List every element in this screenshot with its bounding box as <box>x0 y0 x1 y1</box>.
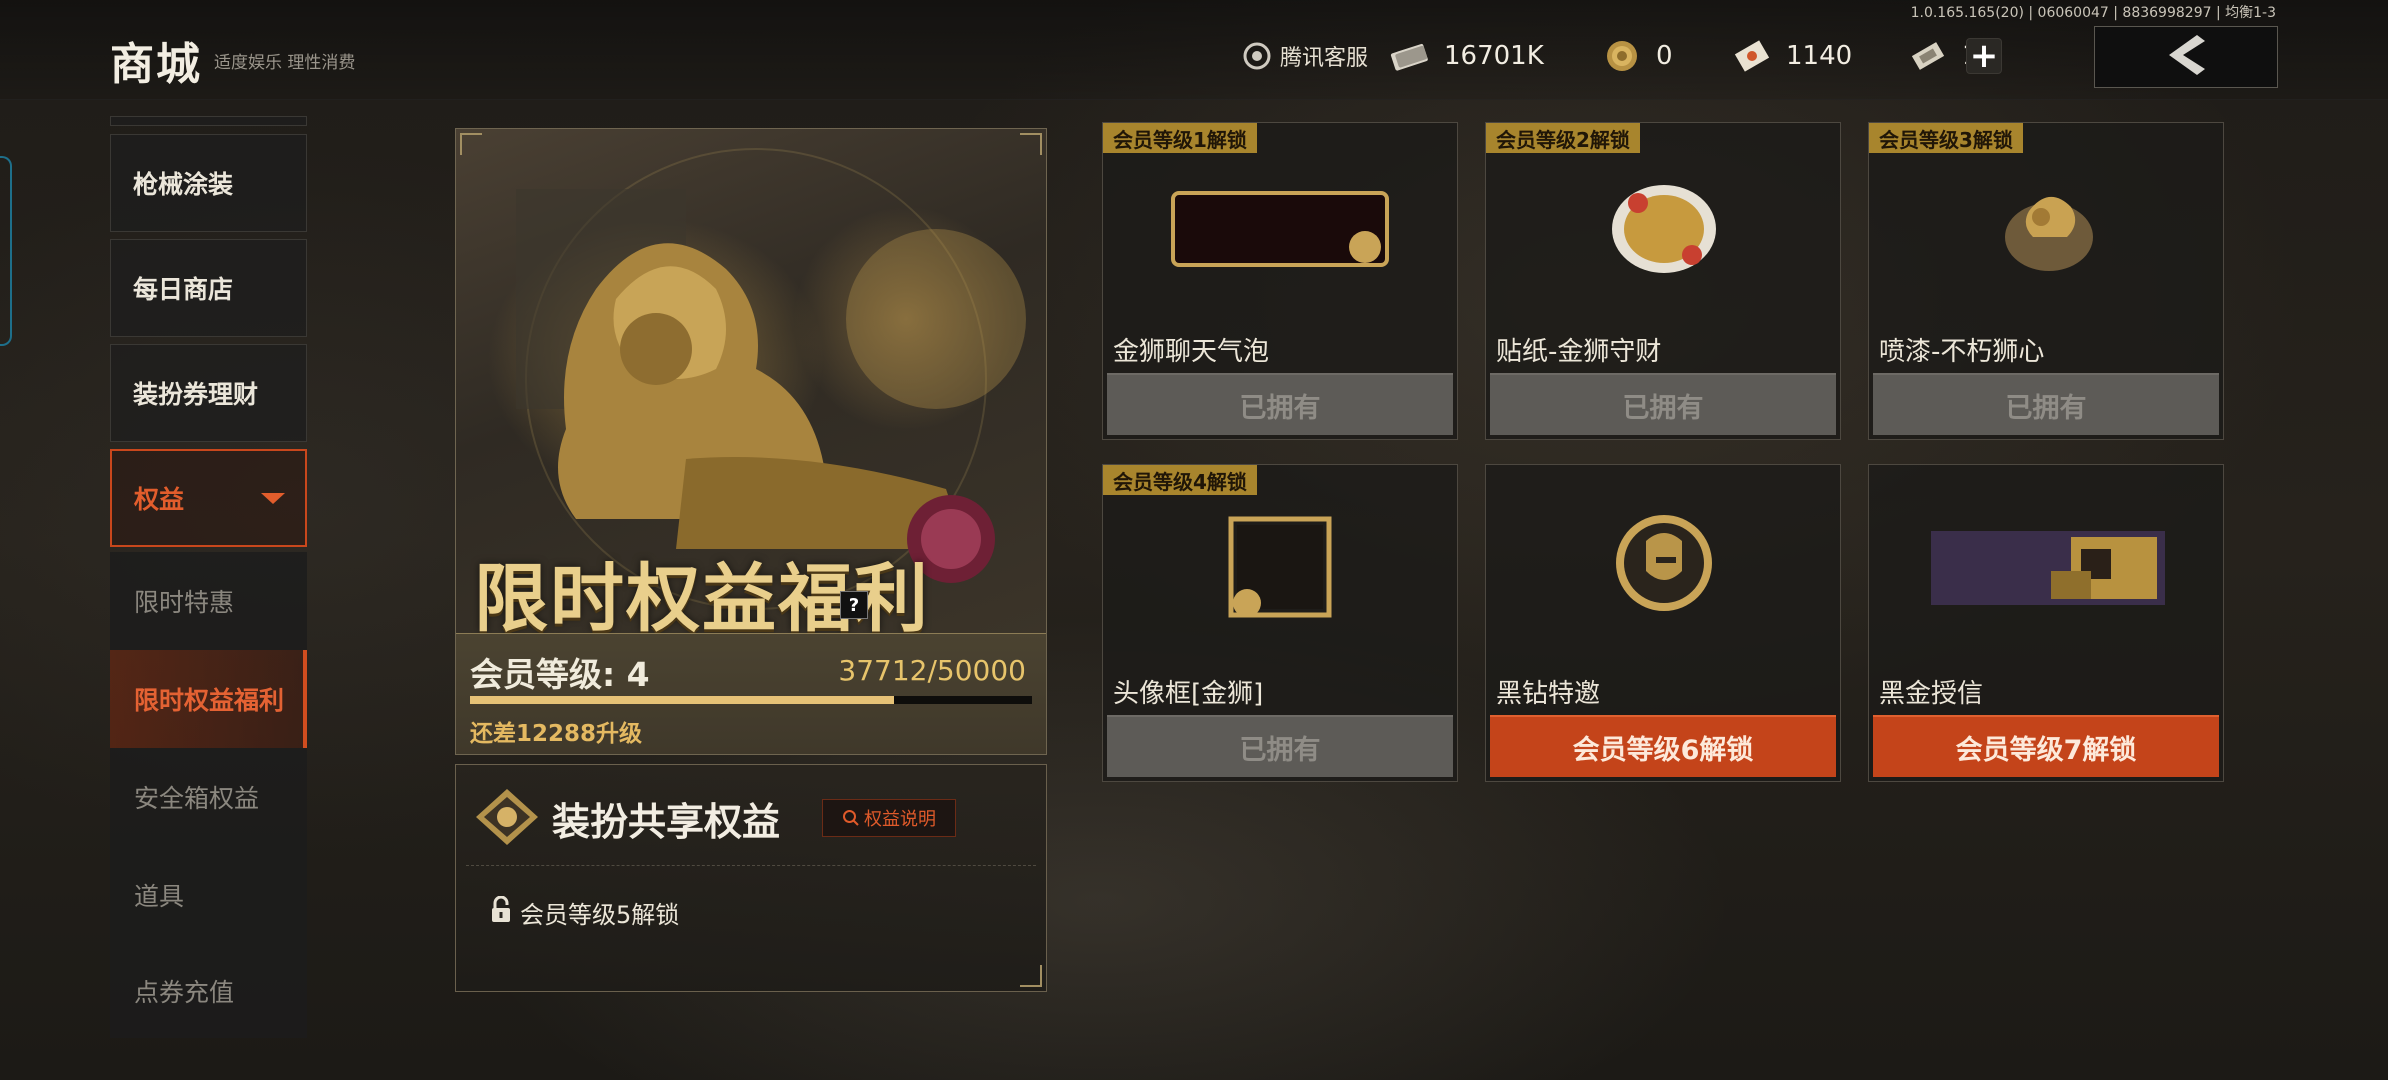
lion-spray-thumbnail <box>1999 181 2099 281</box>
member-level-progress-text: 37712/50000 <box>838 654 1026 687</box>
reward-tag-label: 会员等级3解锁 <box>1879 127 2013 152</box>
gold-coin-icon <box>1600 38 1644 74</box>
search-icon <box>842 809 860 827</box>
shared-benefits-panel: 装扮共享权益 权益说明 会员等级5解锁 <box>455 764 1047 992</box>
sidebar-sub-label: 限时权益福利 <box>134 686 285 715</box>
reward-name: 头像框[金狮] <box>1113 679 1264 709</box>
reward-locked-button[interactable]: 会员等级7解锁 <box>1873 715 2219 777</box>
reward-tag: 会员等级3解锁 <box>1869 123 2023 153</box>
back-arrow-icon <box>2165 33 2207 81</box>
sidebar-sub-label: 道具 <box>134 882 185 911</box>
currency-cash: 16701K <box>1388 34 1544 78</box>
corner-ornament <box>1020 965 1042 987</box>
sidebar-item-label: 枪械涂装 <box>133 170 234 199</box>
sidebar-item-label: 权益 <box>134 485 185 514</box>
reward-name: 贴纸-金狮守财 <box>1496 337 1662 367</box>
golden-lion-banner: 限时权益福利 ? <box>456 129 1046 642</box>
reward-owned-button[interactable]: 已拥有 <box>1873 373 2219 435</box>
reward-locked-button[interactable]: 会员等级6解锁 <box>1490 715 1836 777</box>
reward-tag-label: 会员等级2解锁 <box>1496 127 1630 152</box>
member-level-label: 会员等级: 4 <box>470 655 650 694</box>
lock-text: 会员等级5解锁 <box>520 901 680 929</box>
benefit-explain-button[interactable]: 权益说明 <box>822 799 956 837</box>
sidebar-item-benefits[interactable]: 权益 <box>110 449 307 547</box>
customer-support-button[interactable]: 腾讯客服 <box>1240 34 1368 78</box>
black-gold-credit-thumbnail <box>1931 531 2165 609</box>
support-label: 腾讯客服 <box>1280 46 1369 71</box>
lion-badge-icon <box>474 787 540 847</box>
version-info: 1.0.165.165(20) | 06060047 | 8836998297 … <box>1910 5 2276 21</box>
reward-tag: 会员等级4解锁 <box>1103 465 1257 495</box>
sidebar-scroll-edge <box>110 116 307 126</box>
reward-tag-label: 会员等级1解锁 <box>1113 127 1247 152</box>
currency-voucher: 1140 <box>1730 34 1852 78</box>
sidebar-sub-safebox-benefits[interactable]: 安全箱权益 <box>110 748 307 846</box>
sidebar-item-weapon-skins[interactable]: 枪械涂装 <box>110 134 307 232</box>
member-level-panel: 会员等级: 4 37712/50000 还差12288升级 <box>456 633 1046 754</box>
reward-card[interactable]: 会员等级3解锁 喷漆-不朽狮心 已拥有 <box>1868 122 2224 440</box>
reward-name: 喷漆-不朽狮心 <box>1879 337 2045 367</box>
corner-ornament <box>460 133 482 155</box>
reward-tag: 会员等级1解锁 <box>1103 123 1257 153</box>
reward-name: 黑钻特邀 <box>1496 679 1601 709</box>
support-icon <box>1240 39 1274 73</box>
sidebar-sub-limited-offer[interactable]: 限时特惠 <box>110 552 307 650</box>
chevron-down-icon <box>261 493 285 504</box>
page-title: 商城 <box>110 39 202 90</box>
level-progress-fill <box>470 696 894 704</box>
sidebar-item-voucher-finance[interactable]: 装扮券理财 <box>110 344 307 442</box>
sidebar-sub-items[interactable]: 道具 <box>110 846 307 944</box>
voucher-value: 1140 <box>1786 41 1853 71</box>
reward-owned-button[interactable]: 已拥有 <box>1107 373 1453 435</box>
reward-name: 黑金授信 <box>1879 679 1984 709</box>
divider <box>466 865 1036 866</box>
voucher-icon <box>1730 38 1774 74</box>
sidebar-sub-label: 限时特惠 <box>134 588 235 617</box>
reward-name: 金狮聊天气泡 <box>1113 337 1270 367</box>
avatar-frame-thumbnail <box>1223 511 1337 627</box>
black-diamond-emblem-thumbnail <box>1612 511 1716 619</box>
sidebar-item-daily-shop[interactable]: 每日商店 <box>110 239 307 337</box>
cash-value: 16701K <box>1444 41 1544 71</box>
add-currency-button[interactable]: + <box>1966 36 2002 76</box>
reward-card[interactable]: 黑金授信 会员等级7解锁 <box>1868 464 2224 782</box>
reward-card[interactable]: 会员等级2解锁 贴纸-金狮守财 已拥有 <box>1485 122 1841 440</box>
sidebar-sub-topup[interactable]: 点券充值 <box>110 944 307 1038</box>
sidebar-sub-limited-benefits[interactable]: 限时权益福利 <box>110 650 307 748</box>
sidebar-item-label: 每日商店 <box>133 275 234 304</box>
shared-benefits-title: 装扮共享权益 <box>552 800 781 844</box>
chat-bubble-thumbnail <box>1169 187 1393 275</box>
reward-card[interactable]: 黑钻特邀 会员等级6解锁 <box>1485 464 1841 782</box>
level-progress-bar <box>470 696 1032 704</box>
sidebar-sub-label: 点券充值 <box>134 978 235 1007</box>
shared-benefit-lock-status: 会员等级5解锁 <box>490 895 679 930</box>
reward-owned-button[interactable]: 已拥有 <box>1107 715 1453 777</box>
cash-icon <box>1388 38 1432 74</box>
reward-card[interactable]: 会员等级1解锁 金狮聊天气泡 已拥有 <box>1102 122 1458 440</box>
level-up-remaining: 还差12288升级 <box>470 721 643 747</box>
side-edge-tab <box>0 156 12 346</box>
sidebar-item-label: 装扮券理财 <box>133 380 259 409</box>
lion-sticker-thumbnail <box>1608 179 1720 283</box>
reward-tag-label: 会员等级4解锁 <box>1113 469 1247 494</box>
lock-icon <box>490 895 512 930</box>
reward-tag: 会员等级2解锁 <box>1486 123 1640 153</box>
benefit-explain-label: 权益说明 <box>864 809 936 830</box>
sidebar-sub-label: 安全箱权益 <box>134 784 260 813</box>
back-button[interactable] <box>2094 26 2278 88</box>
reward-owned-button[interactable]: 已拥有 <box>1490 373 1836 435</box>
gold-value: 0 <box>1656 41 1673 71</box>
currency-gold: 0 <box>1600 34 1673 78</box>
help-button[interactable]: ? <box>840 591 868 619</box>
reward-card[interactable]: 会员等级4解锁 头像框[金狮] 已拥有 <box>1102 464 1458 782</box>
corner-ornament <box>1020 133 1042 155</box>
page-subtitle: 适度娱乐 理性消费 <box>214 53 356 73</box>
hero-card: 限时权益福利 ? 会员等级: 4 37712/50000 还差12288升级 <box>455 128 1047 755</box>
ticket-icon <box>1906 38 1950 74</box>
